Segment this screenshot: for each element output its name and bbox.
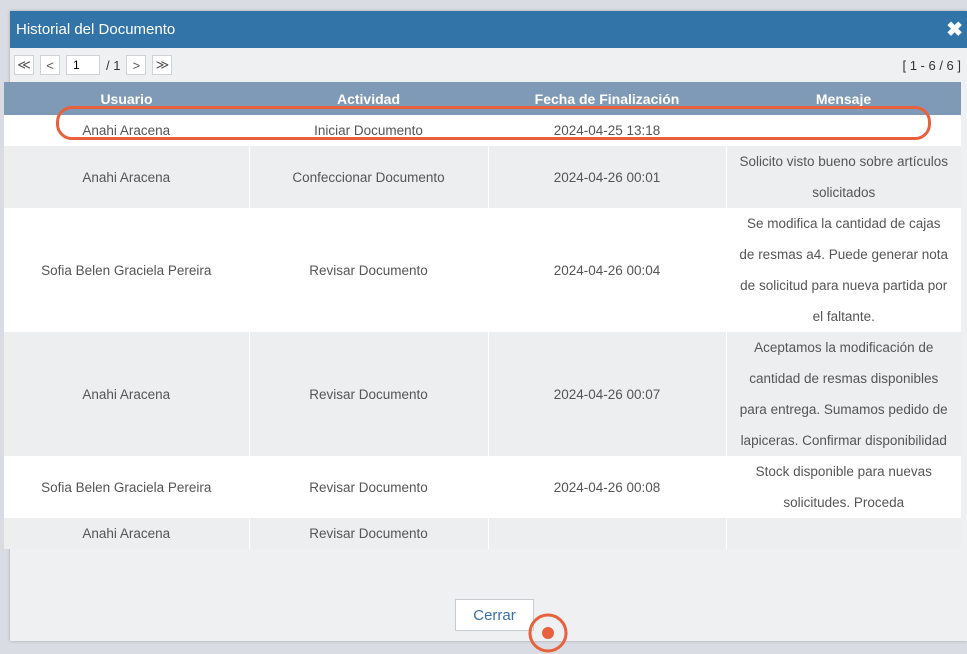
actividad-cell: Revisar Documento	[248, 208, 488, 332]
header-highlight-annotation	[56, 106, 931, 140]
mensaje-cell: Aceptamos la modificación de cantidad de …	[725, 332, 961, 456]
click-indicator-icon	[528, 613, 568, 653]
mensaje-line: cantidad de resmas disponibles	[749, 371, 939, 386]
table-row: Anahi Aracena Revisar Documento	[4, 518, 961, 549]
fecha-cell: 2024-04-26 00:08	[487, 456, 726, 518]
mensaje-line: Solicito visto bueno sobre artículos	[739, 154, 949, 169]
actividad-cell: Revisar Documento	[248, 518, 488, 549]
fecha-cell: 2024-04-26 00:01	[487, 146, 726, 208]
actividad-cell: Confeccionar Documento	[248, 146, 488, 208]
record-range: [ 1 - 6 / 6 ]	[902, 57, 961, 73]
actividad-cell: Revisar Documento	[248, 332, 488, 456]
fecha-cell	[487, 518, 726, 549]
pagination-bar: ≪ < / 1 > ≫ [ 1 - 6 / 6 ]	[10, 48, 967, 82]
usuario-cell: Anahi Aracena	[4, 146, 249, 208]
mensaje-line: solicitudes. Proceda	[783, 495, 905, 510]
mensaje-line: el faltante.	[812, 309, 875, 324]
fecha-cell: 2024-04-26 00:04	[487, 208, 726, 332]
mensaje-line: Se modifica la cantidad de cajas	[746, 216, 941, 231]
mensaje-cell: Se modifica la cantidad de cajas de resma…	[725, 208, 961, 332]
mensaje-line: para entrega. Sumamos pedido de	[739, 402, 948, 417]
table-row: Sofia Belen Graciela Pereira Revisar Docu…	[4, 456, 961, 518]
page-number-input[interactable]	[66, 55, 100, 75]
usuario-cell: Anahi Aracena	[4, 518, 249, 549]
mensaje-line: de resmas a4. Puede generar nota	[739, 247, 949, 262]
actividad-cell: Revisar Documento	[248, 456, 488, 518]
mensaje-line: Stock disponible para nuevas	[755, 464, 932, 479]
history-table: Usuario Actividad Fecha de Finalización …	[4, 82, 961, 549]
table-row: Anahi Aracena Revisar Documento 2024-04-26…	[4, 332, 961, 456]
mensaje-line: Aceptamos la modificación de	[754, 340, 934, 355]
prev-page-button[interactable]: <	[40, 55, 60, 75]
table-row: Sofia Belen Graciela Pereira Revisar Docu…	[4, 208, 961, 332]
close-button[interactable]: Cerrar	[455, 599, 534, 631]
close-icon[interactable]: ✖	[946, 20, 963, 40]
table-row: Anahi Aracena Confeccionar Documento 2024-…	[4, 146, 961, 208]
dialog-title: Historial del Documento	[16, 21, 176, 38]
mensaje-cell	[725, 518, 961, 549]
dialog-titlebar: Historial del Documento ✖	[10, 11, 967, 48]
next-page-button[interactable]: >	[126, 55, 147, 75]
mensaje-line: de solicitud para nueva partida por	[740, 278, 948, 293]
mensaje-cell: Solicito visto bueno sobre artículos soli…	[725, 146, 961, 208]
usuario-cell: Sofia Belen Graciela Pereira	[4, 208, 249, 332]
page-total: / 1	[106, 57, 121, 73]
mensaje-line: solicitados	[812, 185, 876, 200]
last-page-button[interactable]: ≫	[152, 55, 173, 75]
fecha-cell: 2024-04-26 00:07	[487, 332, 726, 456]
usuario-cell: Anahi Aracena	[4, 332, 249, 456]
mensaje-cell: Stock disponible para nuevas solicitudes.…	[725, 456, 961, 518]
first-page-button[interactable]: ≪	[14, 55, 34, 75]
usuario-cell: Sofia Belen Graciela Pereira	[4, 456, 249, 518]
mensaje-line: lapiceras. Confirmar disponibilidad	[740, 433, 947, 448]
